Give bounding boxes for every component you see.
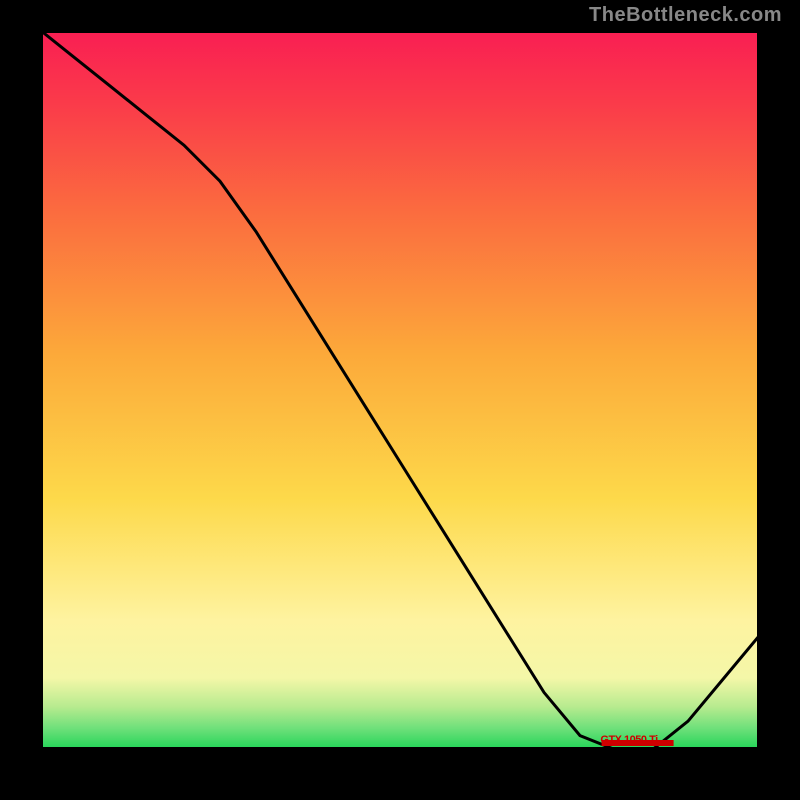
chart-container: TheBottleneck.com GTX 1050 Ti [0, 0, 800, 800]
gpu-marker-label: GTX 1050 Ti [600, 734, 657, 746]
gradient-bg [40, 30, 760, 750]
watermark-label: TheBottleneck.com [589, 4, 782, 27]
chart-svg [40, 30, 760, 750]
plot-area: GTX 1050 Ti [40, 30, 760, 750]
